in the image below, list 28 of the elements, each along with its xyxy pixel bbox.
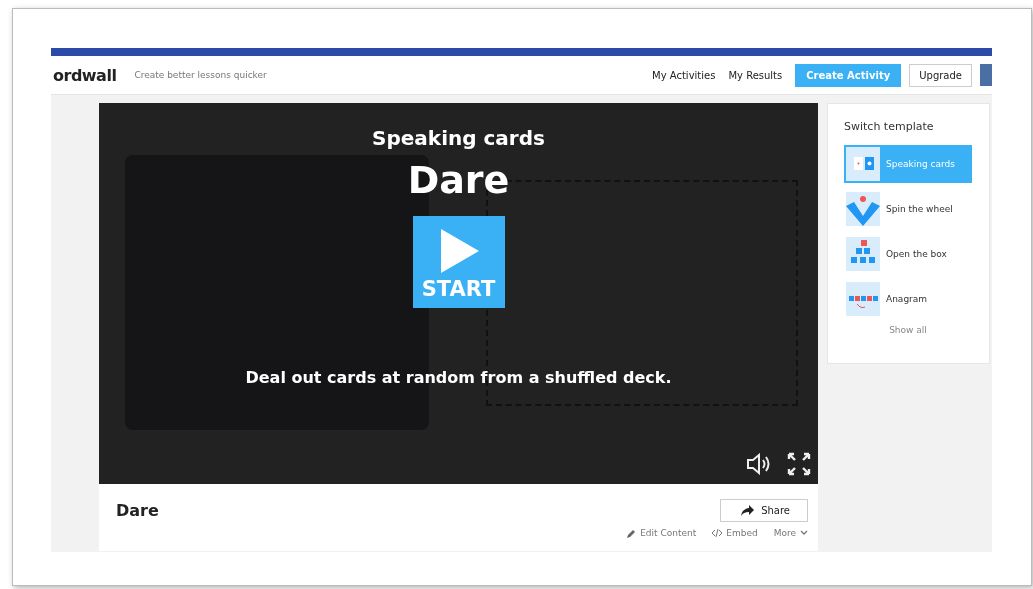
- template-item[interactable]: Anagram: [844, 280, 972, 318]
- sidebar-title: Switch template: [844, 120, 935, 133]
- game-title: Dare: [407, 158, 510, 202]
- template-item[interactable]: Open the box: [844, 235, 972, 273]
- anagram-thumbnail-icon: [846, 282, 880, 316]
- pencil-icon: [627, 528, 637, 538]
- tagline: Create better lessons quicker: [134, 70, 267, 80]
- template-name: Speaking cards: [372, 126, 545, 150]
- nav-link[interactable]: My Results: [728, 69, 783, 81]
- game-description: Deal out cards at random from a shuffled deck.: [245, 368, 672, 387]
- upgrade-button[interactable]: Upgrade: [909, 63, 972, 87]
- edit-link[interactable]: Edit Content: [627, 528, 697, 538]
- share-icon: [741, 505, 755, 516]
- code-icon: [712, 529, 723, 537]
- chevron-down-icon: [800, 530, 808, 536]
- share-button[interactable]: Share: [720, 499, 808, 522]
- wheel-thumbnail-icon: [846, 192, 880, 226]
- nav-link[interactable]: My Activities: [652, 69, 716, 81]
- logo[interactable]: ordwall: [53, 65, 117, 85]
- fullscreen-icon[interactable]: [787, 452, 811, 476]
- speaker-icon[interactable]: [746, 453, 772, 475]
- cards-thumbnail-icon: [846, 147, 880, 181]
- show-all-link[interactable]: Show all: [844, 325, 972, 335]
- box-thumbnail-icon: [846, 237, 880, 271]
- more-link[interactable]: More: [773, 528, 808, 538]
- activity-title: Dare: [116, 501, 159, 520]
- embed-link[interactable]: Embed: [712, 528, 758, 538]
- template-item[interactable]: Spin the wheel: [844, 190, 972, 228]
